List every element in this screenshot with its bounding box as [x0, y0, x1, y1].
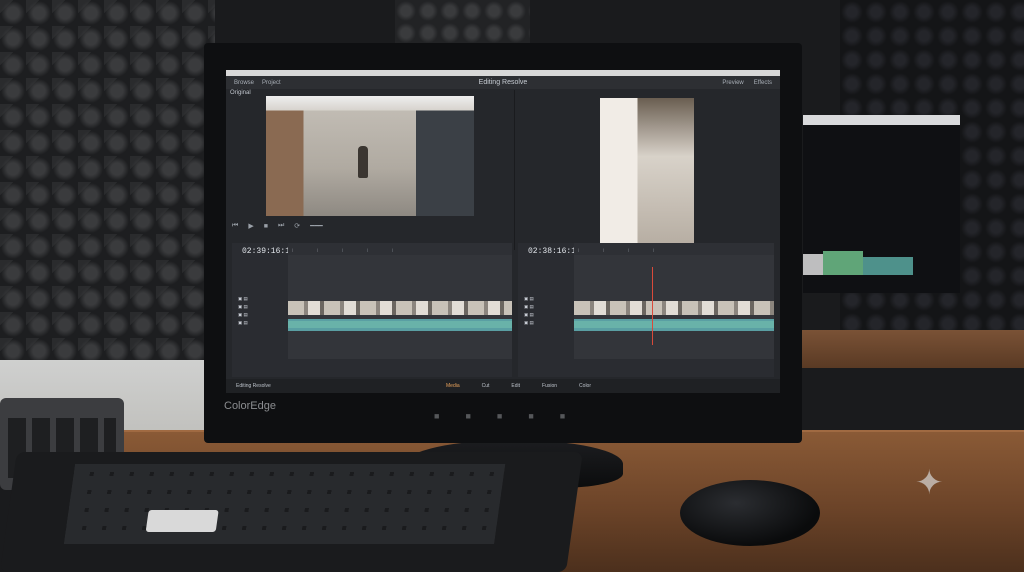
secondary-monitor — [803, 115, 960, 293]
track-header-v1[interactable]: ▣ ▤ — [232, 295, 288, 303]
track-headers: ▣ ▤ ▣ ▤ ▣ ▤ ▣ ▤ — [232, 295, 288, 327]
top-toolbar: Browse Project Editing Resolve Preview E… — [226, 76, 780, 89]
keyboard-keys[interactable] — [63, 464, 506, 544]
track-header-a2[interactable]: ▣ ▤ — [232, 311, 288, 319]
app-label: Editing Resolve — [236, 383, 271, 389]
pedestrian — [358, 146, 368, 178]
osd-button-icon[interactable]: ■ — [560, 411, 565, 421]
prev-frame-icon[interactable]: ⏮ — [232, 222, 238, 230]
timeline-ruler[interactable]: | | | | | — [288, 243, 512, 255]
ruler-tick: | — [628, 246, 630, 252]
waveform-scope — [803, 215, 960, 275]
viewer-divider — [514, 90, 515, 250]
stop-icon[interactable]: ■ — [264, 223, 268, 230]
toolbar-effects[interactable]: Effects — [754, 80, 772, 86]
page-bar: Editing Resolve Media Cut Edit Fusion Co… — [226, 379, 780, 393]
page-tab-edit[interactable]: Edit — [511, 383, 520, 389]
monitor-osd-buttons[interactable]: ■ ■ ■ ■ ■ — [434, 411, 565, 421]
volume-slider[interactable]: ━━━ — [310, 222, 323, 230]
sparkle-icon: ✦ — [915, 464, 944, 502]
timeline-ruler[interactable]: | | | | — [574, 243, 774, 255]
track-header-v1[interactable]: ▣ ▤ — [518, 295, 574, 303]
monitor-brand: ColorEdge — [224, 400, 276, 412]
track-header-a3[interactable]: ▣ ▤ — [232, 319, 288, 327]
osd-button-icon[interactable]: ■ — [528, 411, 533, 421]
osd-button-icon[interactable]: ■ — [434, 411, 439, 421]
editor-screen: Browse Project Editing Resolve Preview E… — [226, 70, 780, 393]
timecode-left: 02:39:16:16 — [242, 247, 295, 256]
track-area[interactable] — [288, 255, 512, 359]
page-tab-fusion[interactable]: Fusion — [542, 383, 557, 389]
editing-keyboard[interactable] — [0, 452, 583, 572]
transport-controls: ⏮ ▶ ■ ⏭ ⟳ ━━━ — [232, 220, 512, 244]
page-tabs: Media Cut Edit Fusion Color — [446, 383, 591, 389]
toolbar-preview[interactable]: Preview — [722, 80, 743, 86]
transport-row: ⏮ ▶ ■ ⏭ ⟳ ━━━ — [232, 222, 512, 230]
loop-icon[interactable]: ⟳ — [294, 222, 300, 230]
toolbar-tab-project[interactable]: Project — [262, 80, 281, 86]
audio-clip[interactable] — [574, 321, 774, 328]
track-header-a1[interactable]: ▣ ▤ — [518, 303, 574, 311]
toolbar-tab-browse[interactable]: Browse — [234, 80, 254, 86]
playhead[interactable] — [652, 267, 653, 345]
ruler-tick: | — [367, 246, 369, 252]
acoustic-foam-top — [395, 0, 530, 45]
video-clip[interactable] — [574, 301, 774, 315]
ruler-tick: | — [603, 246, 605, 252]
side-shelf — [800, 330, 1024, 368]
page-tab-color[interactable]: Color — [579, 383, 591, 389]
illuminated-keys[interactable] — [145, 510, 219, 532]
play-icon[interactable]: ▶ — [248, 222, 253, 230]
acoustic-foam-left — [0, 0, 215, 372]
editing-room-photo: ColorEdge ■ ■ ■ ■ ■ Browse Project Editi… — [0, 0, 1024, 572]
ruler-tick: | — [317, 246, 319, 252]
ruler-tick: | — [292, 246, 294, 252]
track-header-a1[interactable]: ▣ ▤ — [232, 303, 288, 311]
viewer-label: Original — [230, 90, 251, 96]
track-header-a2[interactable]: ▣ ▤ — [518, 311, 574, 319]
source-viewer-frame[interactable] — [266, 96, 474, 216]
toolbar-right: Preview Effects — [722, 80, 772, 86]
program-viewer-frame[interactable] — [600, 98, 694, 244]
page-tab-media[interactable]: Media — [446, 383, 460, 389]
audio-clip[interactable] — [288, 321, 512, 328]
ruler-tick: | — [653, 246, 655, 252]
track-header-a3[interactable]: ▣ ▤ — [518, 319, 574, 327]
video-clip[interactable] — [288, 301, 512, 315]
track-area[interactable] — [574, 255, 774, 359]
app-title: Editing Resolve — [478, 79, 528, 86]
page-tab-cut[interactable]: Cut — [482, 383, 490, 389]
computer-mouse[interactable] — [680, 480, 820, 546]
ruler-tick: | — [342, 246, 344, 252]
ruler-tick: | — [578, 246, 580, 252]
osd-button-icon[interactable]: ■ — [465, 411, 470, 421]
next-frame-icon[interactable]: ⏭ — [278, 222, 284, 230]
ruler-tick: | — [392, 246, 394, 252]
osd-button-icon[interactable]: ■ — [497, 411, 502, 421]
track-headers: ▣ ▤ ▣ ▤ ▣ ▤ ▣ ▤ — [518, 295, 574, 327]
timeline-right: 02:38:16:10 | | | | ▣ ▤ ▣ ▤ ▣ ▤ ▣ ▤ — [518, 243, 774, 377]
timecode-right: 02:38:16:10 — [528, 247, 581, 256]
timeline-left: 02:39:16:16 | | | | | ▣ ▤ ▣ ▤ ▣ ▤ ▣ ▤ — [232, 243, 512, 377]
